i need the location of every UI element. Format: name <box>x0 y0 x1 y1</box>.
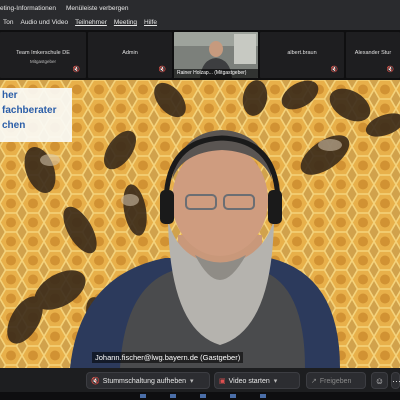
chevron-down-icon[interactable]: ▾ <box>190 378 194 385</box>
menu-hide-menubar[interactable]: Menüleiste verbergen <box>66 5 129 12</box>
participant-name: Admin <box>122 50 138 56</box>
reactions-icon[interactable]: ☺ <box>371 372 388 389</box>
menu-audio-video[interactable]: Audio und Video <box>20 19 68 26</box>
banner-line: her <box>2 90 18 101</box>
speaker-name-tag: Johann.fischer@lwg.bayern.de (Gastgeber) <box>92 352 244 363</box>
participant-strip: Team Imkerschule DE Mitgastgeber 🔇 Admin… <box>0 30 400 80</box>
taskbar-app-icon[interactable] <box>230 394 236 398</box>
banner-line: fachberater <box>2 105 57 116</box>
participant-role: Mitgastgeber <box>29 59 56 64</box>
mic-off-icon: 🔇 <box>91 378 100 385</box>
taskbar-app-icon[interactable] <box>260 394 266 398</box>
participant-name: albert.braun <box>287 50 317 56</box>
start-video-label: Video starten <box>228 378 270 385</box>
participant-tile[interactable]: Alexander Stur 🔇 <box>346 32 400 78</box>
share-button[interactable]: ↗ Freigeben <box>306 372 366 389</box>
more-icon[interactable]: ⋯ <box>391 372 400 389</box>
menu-help[interactable]: Hilfe <box>144 19 157 26</box>
taskbar-app-icon[interactable] <box>200 394 206 398</box>
participant-name: Rainer Holzap... (Mitgastgeber) <box>174 69 258 78</box>
unmute-button[interactable]: 🔇 Stummschaltung aufheben ▾ <box>86 372 210 389</box>
mic-muted-icon: 🔇 <box>72 67 80 73</box>
menu-ton[interactable]: Ton <box>3 19 13 26</box>
menu-participants[interactable]: Teilnehmer <box>75 19 107 26</box>
mic-muted-icon: 🔇 <box>330 67 338 73</box>
main-video[interactable]: her fachberater chen Johann.fischer@lwg.… <box>0 80 400 368</box>
unmute-label: Stummschaltung aufheben <box>102 378 186 385</box>
taskbar-app-icon[interactable] <box>140 394 146 398</box>
participant-video-tile[interactable]: Rainer Holzap... (Mitgastgeber) <box>174 32 258 78</box>
os-taskbar <box>0 392 400 400</box>
participant-name: Alexander Stur <box>354 50 392 56</box>
participant-tile[interactable]: albert.braun 🔇 <box>260 32 344 78</box>
participant-tile[interactable]: Admin 🔇 <box>88 32 172 78</box>
banner-line: chen <box>2 120 26 131</box>
banner-overlay: her fachberater chen <box>0 88 72 142</box>
participant-tile[interactable]: Team Imkerschule DE Mitgastgeber 🔇 <box>0 32 86 78</box>
share-label: Freigeben <box>319 378 352 385</box>
start-video-button[interactable]: ▣ Video starten ▾ <box>214 372 300 389</box>
participant-name: Team Imkerschule DE <box>16 50 70 56</box>
taskbar-app-icon[interactable] <box>170 394 176 398</box>
menu-meeting-info[interactable]: eting-Informationen <box>0 5 56 12</box>
share-screen-icon: ↗ <box>311 378 317 385</box>
video-off-icon: ▣ <box>219 378 226 385</box>
chevron-down-icon[interactable]: ▾ <box>274 378 278 385</box>
mic-muted-icon: 🔇 <box>386 67 394 73</box>
menu-bar: eting-Informationen Menüleiste verbergen… <box>0 0 400 30</box>
menu-meeting[interactable]: Meeting <box>114 19 137 26</box>
mic-muted-icon: 🔇 <box>158 67 166 73</box>
